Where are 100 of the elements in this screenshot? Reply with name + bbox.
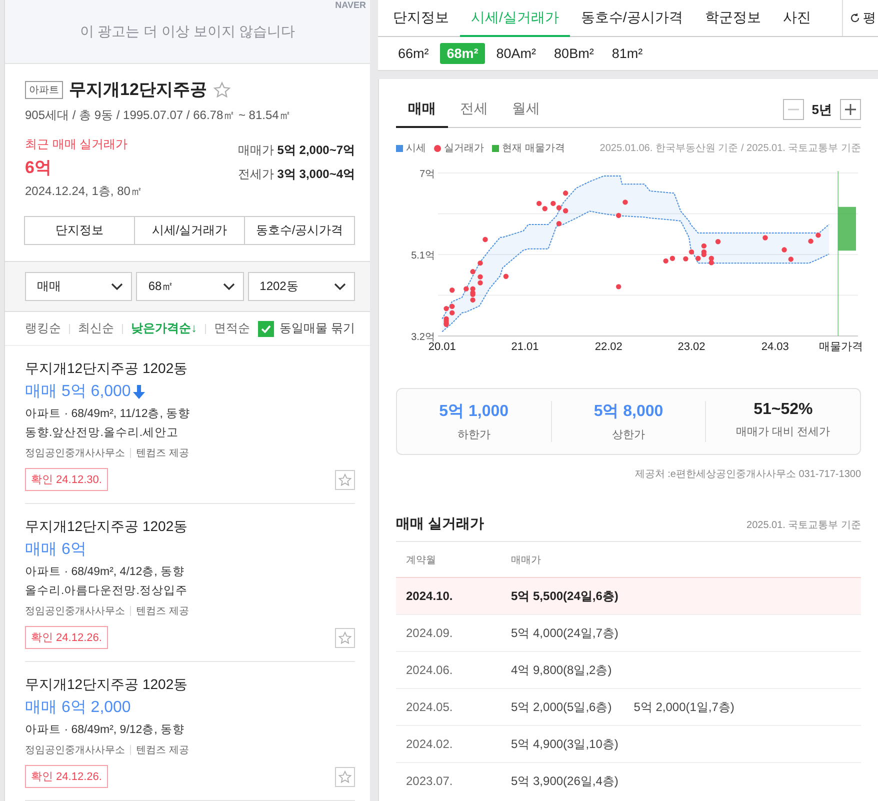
agent-name: 정임공인중개사사무소	[25, 744, 125, 757]
listing-title[interactable]: 무지개12단지주공 1202동	[25, 676, 355, 694]
refresh-icon	[850, 13, 860, 23]
data-point	[762, 235, 768, 240]
chevron-icon	[222, 282, 235, 291]
favorite-button[interactable]	[335, 470, 355, 490]
stat-label: 상한가	[612, 428, 645, 442]
plus-icon	[845, 104, 856, 115]
section-button[interactable]: 시세/실거래가	[134, 216, 245, 246]
filter-dropdown[interactable]: 1202동	[248, 272, 355, 302]
sort-option[interactable]: 면적순	[214, 320, 250, 338]
x-axis-label: 24.03	[761, 341, 789, 353]
data-point	[788, 256, 794, 262]
complex-summary: 905세대 / 총 9동 / 1995.07.07 / 66.78㎡ ~ 81.54㎡	[25, 107, 292, 124]
tab[interactable]: 학군정보	[694, 0, 772, 37]
tab[interactable]: 동호수/공시가격	[570, 0, 694, 37]
price-cell: 5억 2,000(5일,6층) 5억 2,000(1일,7층)	[501, 688, 861, 726]
price-cell: 5억 4,000(24일,7층)	[501, 614, 861, 652]
listing-title[interactable]: 무지개12단지주공 1202동	[25, 360, 355, 378]
listing-features: 동향.앞산전망.올수리.세안고	[25, 426, 180, 440]
data-point	[562, 190, 568, 196]
area-tab[interactable]: 66m²	[391, 43, 436, 64]
confirmed-tag: 확인 24.12.30.	[25, 468, 108, 491]
favorite-star-icon	[212, 80, 231, 99]
sort-option[interactable]: 최신순	[78, 320, 114, 338]
filter-dropdown[interactable]: 68㎡	[136, 272, 244, 302]
agent-name: 정임공인중개사사무소	[25, 605, 125, 618]
month-cell: 2024.09.	[396, 614, 501, 652]
filter-dropdown[interactable]: 매매	[25, 272, 132, 302]
check-icon	[260, 324, 271, 333]
legend-label: 시세	[406, 142, 426, 155]
area-tab[interactable]: 80Bm²	[547, 43, 601, 64]
x-axis-label: 23.02	[678, 341, 706, 353]
column-header: 계약월	[396, 542, 501, 578]
deal-type-tab[interactable]: 월세	[500, 92, 552, 128]
tab[interactable]: 사진	[772, 0, 822, 37]
price-cell: 5억 3,900(26일,4층)	[501, 762, 861, 799]
agent-name: 정임공인중개사사무소	[25, 447, 125, 460]
data-point	[482, 236, 488, 242]
section-button[interactable]: 단지정보	[24, 216, 135, 246]
deal-type-tab[interactable]: 전세	[448, 92, 500, 128]
listing-specs: 아파트 · 68/49m², 11/12층, 동향	[25, 407, 192, 421]
recent-price-label: 최근 매매 실거래가	[25, 136, 129, 154]
star-icon	[338, 770, 352, 784]
favorite-button[interactable]	[335, 766, 355, 786]
x-axis-label: 21.01	[511, 341, 539, 353]
increase-button[interactable]	[840, 99, 861, 120]
legend-label: 실거래가	[444, 142, 484, 155]
data-point	[808, 238, 814, 244]
period-value: 5년	[812, 100, 832, 118]
x-axis-label: 22.02	[594, 341, 622, 353]
data-point	[622, 200, 628, 205]
listing-title[interactable]: 무지개12단지주공 1202동	[25, 518, 355, 536]
month-cell: 2024.02.	[396, 726, 501, 762]
month-cell: 2024.06.	[396, 652, 501, 688]
data-point	[478, 260, 483, 266]
month-cell: 2024.10.	[396, 578, 501, 614]
favorite-button[interactable]	[335, 628, 355, 648]
price-cell: 5억 5,500(24일,6층)	[501, 578, 861, 614]
stat-value: 51~52%	[754, 401, 813, 419]
section-button[interactable]: 동호수/공시가격	[244, 216, 355, 246]
price-range: 전세가 3억 3,000~4억	[238, 166, 355, 184]
data-point	[782, 247, 787, 252]
recent-price-detail: 2024.12.24, 1층, 80㎡	[25, 183, 142, 200]
confirmed-tag: 확인 24.12.26.	[25, 765, 108, 788]
stat-label: 하한가	[457, 428, 490, 442]
section-title: 매매 실거래가	[396, 515, 484, 533]
data-point	[616, 284, 622, 290]
listing-price: 매매 6억	[25, 540, 86, 560]
group-label: 동일매물 묶기	[280, 320, 355, 338]
listing-price-bar	[838, 206, 856, 251]
chevron-icon	[334, 282, 346, 291]
column-header: 매매가	[501, 542, 861, 578]
provider-note: 제공처 :e편한세상공인중개사사무소 031-717-1300	[634, 468, 861, 481]
data-point	[616, 212, 622, 218]
data-point	[715, 239, 721, 244]
data-provider: 텐컴즈 제공	[136, 744, 189, 757]
data-provider: 텐컴즈 제공	[136, 447, 189, 460]
stat-label: 매매가 대비 전세가	[736, 425, 830, 439]
ad-message: 이 광고는 더 이상 보이지 않습니다	[80, 22, 296, 41]
data-point	[556, 221, 562, 226]
data-provider: 텐컴즈 제공	[136, 605, 189, 618]
area-tab[interactable]: 80Am²	[489, 43, 544, 64]
chevron-icon	[111, 282, 124, 291]
tab[interactable]: 단지정보	[393, 0, 460, 37]
group-checkbox[interactable]	[258, 320, 274, 337]
stat-value: 5억 8,000	[594, 402, 664, 422]
area-tab[interactable]: 81m²	[604, 43, 650, 64]
sort-option[interactable]: 랭킹순	[25, 320, 61, 338]
confirmed-tag: 확인 24.12.26.	[25, 626, 108, 649]
deal-type-tab[interactable]: 매매	[396, 92, 448, 128]
data-point	[470, 269, 476, 274]
x-axis-label: 매물가격	[819, 341, 863, 353]
data-point	[449, 288, 455, 293]
recent-price: 6억	[25, 157, 52, 180]
type-badge: 아파트	[25, 80, 63, 99]
month-cell: 2023.07.	[396, 762, 501, 799]
listing-price: 매매 5억 6,000	[25, 382, 131, 402]
ad-brand: NAVER	[335, 0, 366, 10]
star-icon	[338, 630, 352, 644]
